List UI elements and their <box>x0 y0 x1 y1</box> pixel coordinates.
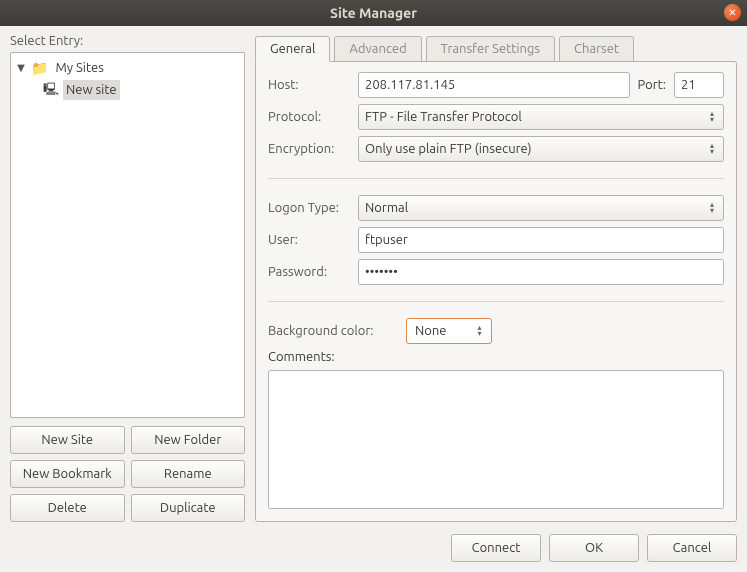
close-icon: ✕ <box>728 7 736 19</box>
cancel-button[interactable]: Cancel <box>647 534 737 562</box>
encryption-select[interactable]: Only use plain FTP (insecure) ▴▾ <box>358 136 724 162</box>
duplicate-button[interactable]: Duplicate <box>131 494 246 522</box>
protocol-value: FTP - File Transfer Protocol <box>365 110 522 124</box>
user-label: User: <box>268 233 350 247</box>
port-label: Port: <box>638 78 666 92</box>
new-site-button[interactable]: New Site <box>10 426 125 454</box>
tab-bar: General Advanced Transfer Settings Chars… <box>255 34 737 62</box>
tree-root-row[interactable]: ▼ 📁 My Sites <box>11 57 244 79</box>
spinner-icon: ▴▾ <box>705 111 719 123</box>
bgcolor-value: None <box>415 324 447 338</box>
tab-transfer[interactable]: Transfer Settings <box>426 36 555 62</box>
spinner-icon: ▴▾ <box>705 143 719 155</box>
protocol-select[interactable]: FTP - File Transfer Protocol ▴▾ <box>358 104 724 130</box>
password-input[interactable] <box>358 259 724 285</box>
host-label: Host: <box>268 78 350 92</box>
close-button[interactable]: ✕ <box>724 4 741 21</box>
user-input[interactable] <box>358 227 724 253</box>
chevron-down-icon[interactable]: ▼ <box>15 58 27 78</box>
logon-type-select[interactable]: Normal ▴▾ <box>358 195 724 221</box>
bgcolor-label: Background color: <box>268 324 398 338</box>
tree-root-label: My Sites <box>52 58 106 78</box>
encryption-label: Encryption: <box>268 142 350 156</box>
logon-type-value: Normal <box>365 201 408 215</box>
tree-site-row[interactable]: 🖳 New site <box>11 79 244 101</box>
protocol-label: Protocol: <box>268 110 350 124</box>
comments-label: Comments: <box>268 350 335 364</box>
new-bookmark-button[interactable]: New Bookmark <box>10 460 125 488</box>
tab-panel-general: Host: Port: Protocol: FTP - File Transfe… <box>255 61 737 522</box>
bgcolor-select[interactable]: None ▴▾ <box>406 318 492 344</box>
divider <box>268 301 724 302</box>
port-input[interactable] <box>674 72 724 98</box>
tab-general[interactable]: General <box>255 36 330 62</box>
tab-charset[interactable]: Charset <box>559 36 634 62</box>
spinner-icon: ▴▾ <box>705 202 719 214</box>
ok-button[interactable]: OK <box>549 534 639 562</box>
tree-site-label: New site <box>63 80 120 100</box>
password-label: Password: <box>268 265 350 279</box>
logon-type-label: Logon Type: <box>268 201 350 215</box>
site-tree[interactable]: ▼ 📁 My Sites 🖳 New site <box>10 52 245 418</box>
connect-button[interactable]: Connect <box>451 534 541 562</box>
comments-input[interactable] <box>268 370 724 509</box>
encryption-value: Only use plain FTP (insecure) <box>365 142 532 156</box>
tab-advanced[interactable]: Advanced <box>334 36 421 62</box>
divider <box>268 178 724 179</box>
new-folder-button[interactable]: New Folder <box>131 426 246 454</box>
spinner-icon: ▴▾ <box>473 325 487 337</box>
rename-button[interactable]: Rename <box>131 460 246 488</box>
titlebar: Site Manager ✕ <box>0 0 747 26</box>
delete-button[interactable]: Delete <box>10 494 125 522</box>
select-entry-label: Select Entry: <box>10 34 245 48</box>
server-icon: 🖳 <box>43 80 59 100</box>
folder-icon: 📁 <box>31 61 48 75</box>
window-title: Site Manager <box>330 5 417 21</box>
host-input[interactable] <box>358 72 630 98</box>
